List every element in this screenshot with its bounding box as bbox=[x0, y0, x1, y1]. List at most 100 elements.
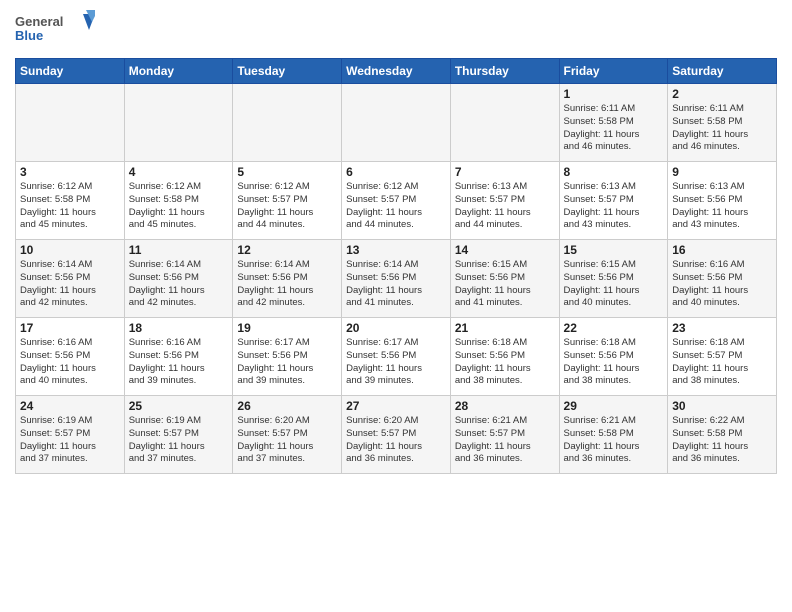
day-number: 4 bbox=[129, 165, 229, 179]
day-number: 21 bbox=[455, 321, 555, 335]
day-info: Sunrise: 6:12 AM Sunset: 5:57 PM Dayligh… bbox=[237, 181, 337, 232]
day-info: Sunrise: 6:18 AM Sunset: 5:56 PM Dayligh… bbox=[455, 337, 555, 388]
day-cell: 14 Sunrise: 6:15 AM Sunset: 5:56 PM Dayli… bbox=[450, 240, 559, 318]
day-cell bbox=[450, 84, 559, 162]
day-info: Sunrise: 6:21 AM Sunset: 5:58 PM Dayligh… bbox=[564, 415, 664, 466]
logo: General Blue bbox=[15, 10, 95, 50]
day-cell: 19 Sunrise: 6:17 AM Sunset: 5:56 PM Dayli… bbox=[233, 318, 342, 396]
day-info: Sunrise: 6:14 AM Sunset: 5:56 PM Dayligh… bbox=[129, 259, 229, 310]
day-number: 15 bbox=[564, 243, 664, 257]
day-cell bbox=[233, 84, 342, 162]
header: General Blue bbox=[15, 10, 777, 50]
day-number: 19 bbox=[237, 321, 337, 335]
day-number: 14 bbox=[455, 243, 555, 257]
day-number: 5 bbox=[237, 165, 337, 179]
day-info: Sunrise: 6:13 AM Sunset: 5:56 PM Dayligh… bbox=[672, 181, 772, 232]
day-cell: 3 Sunrise: 6:12 AM Sunset: 5:58 PM Daylig… bbox=[16, 162, 125, 240]
col-header-monday: Monday bbox=[124, 59, 233, 84]
day-cell: 29 Sunrise: 6:21 AM Sunset: 5:58 PM Dayli… bbox=[559, 396, 668, 474]
day-number: 11 bbox=[129, 243, 229, 257]
day-cell bbox=[124, 84, 233, 162]
day-cell: 17Sunrise: 6:16 AM Sunset: 5:56 PM Dayli… bbox=[16, 318, 125, 396]
day-cell bbox=[342, 84, 451, 162]
day-number: 20 bbox=[346, 321, 446, 335]
day-info: Sunrise: 6:12 AM Sunset: 5:58 PM Dayligh… bbox=[20, 181, 120, 232]
logo-svg: General Blue bbox=[15, 10, 95, 50]
day-cell: 23 Sunrise: 6:18 AM Sunset: 5:57 PM Dayli… bbox=[668, 318, 777, 396]
day-info: Sunrise: 6:14 AM Sunset: 5:56 PM Dayligh… bbox=[20, 259, 120, 310]
day-number: 6 bbox=[346, 165, 446, 179]
day-cell: 5 Sunrise: 6:12 AM Sunset: 5:57 PM Daylig… bbox=[233, 162, 342, 240]
day-number: 24 bbox=[20, 399, 120, 413]
day-info: Sunrise: 6:13 AM Sunset: 5:57 PM Dayligh… bbox=[455, 181, 555, 232]
day-cell: 30 Sunrise: 6:22 AM Sunset: 5:58 PM Dayli… bbox=[668, 396, 777, 474]
day-cell: 9 Sunrise: 6:13 AM Sunset: 5:56 PM Daylig… bbox=[668, 162, 777, 240]
svg-text:Blue: Blue bbox=[15, 28, 43, 43]
day-number: 27 bbox=[346, 399, 446, 413]
day-info: Sunrise: 6:20 AM Sunset: 5:57 PM Dayligh… bbox=[346, 415, 446, 466]
day-number: 12 bbox=[237, 243, 337, 257]
day-cell: 13 Sunrise: 6:14 AM Sunset: 5:56 PM Dayli… bbox=[342, 240, 451, 318]
svg-text:General: General bbox=[15, 14, 63, 29]
day-number: 1 bbox=[564, 87, 664, 101]
day-info: Sunrise: 6:16 AM Sunset: 5:56 PM Dayligh… bbox=[672, 259, 772, 310]
day-cell: 1 Sunrise: 6:11 AM Sunset: 5:58 PM Daylig… bbox=[559, 84, 668, 162]
day-cell: 7 Sunrise: 6:13 AM Sunset: 5:57 PM Daylig… bbox=[450, 162, 559, 240]
day-info: Sunrise: 6:12 AM Sunset: 5:57 PM Dayligh… bbox=[346, 181, 446, 232]
col-header-friday: Friday bbox=[559, 59, 668, 84]
week-row-5: 24 Sunrise: 6:19 AM Sunset: 5:57 PM Dayli… bbox=[16, 396, 777, 474]
day-cell: 26Sunrise: 6:20 AM Sunset: 5:57 PM Dayli… bbox=[233, 396, 342, 474]
calendar-table: SundayMondayTuesdayWednesdayThursdayFrid… bbox=[15, 58, 777, 474]
day-number: 13 bbox=[346, 243, 446, 257]
day-info: Sunrise: 6:15 AM Sunset: 5:56 PM Dayligh… bbox=[455, 259, 555, 310]
day-number: 2 bbox=[672, 87, 772, 101]
week-row-1: 1 Sunrise: 6:11 AM Sunset: 5:58 PM Daylig… bbox=[16, 84, 777, 162]
week-row-2: 3 Sunrise: 6:12 AM Sunset: 5:58 PM Daylig… bbox=[16, 162, 777, 240]
day-cell: 4 Sunrise: 6:12 AM Sunset: 5:58 PM Daylig… bbox=[124, 162, 233, 240]
day-number: 8 bbox=[564, 165, 664, 179]
col-header-saturday: Saturday bbox=[668, 59, 777, 84]
day-cell: 25Sunrise: 6:19 AM Sunset: 5:57 PM Dayli… bbox=[124, 396, 233, 474]
day-info: Sunrise: 6:14 AM Sunset: 5:56 PM Dayligh… bbox=[346, 259, 446, 310]
day-number: 23 bbox=[672, 321, 772, 335]
day-cell: 12 Sunrise: 6:14 AM Sunset: 5:56 PM Dayli… bbox=[233, 240, 342, 318]
col-header-sunday: Sunday bbox=[16, 59, 125, 84]
calendar-header-row: SundayMondayTuesdayWednesdayThursdayFrid… bbox=[16, 59, 777, 84]
week-row-4: 17Sunrise: 6:16 AM Sunset: 5:56 PM Dayli… bbox=[16, 318, 777, 396]
day-info: Sunrise: 6:13 AM Sunset: 5:57 PM Dayligh… bbox=[564, 181, 664, 232]
day-info: Sunrise: 6:15 AM Sunset: 5:56 PM Dayligh… bbox=[564, 259, 664, 310]
day-number: 16 bbox=[672, 243, 772, 257]
day-info: Sunrise: 6:16 AM Sunset: 5:56 PM Dayligh… bbox=[129, 337, 229, 388]
col-header-thursday: Thursday bbox=[450, 59, 559, 84]
day-number: 22 bbox=[564, 321, 664, 335]
day-info: Sunrise: 6:11 AM Sunset: 5:58 PM Dayligh… bbox=[564, 103, 664, 154]
day-number: 30 bbox=[672, 399, 772, 413]
day-cell bbox=[16, 84, 125, 162]
day-info: Sunrise: 6:11 AM Sunset: 5:58 PM Dayligh… bbox=[672, 103, 772, 154]
week-row-3: 10 Sunrise: 6:14 AM Sunset: 5:56 PM Dayli… bbox=[16, 240, 777, 318]
day-info: Sunrise: 6:17 AM Sunset: 5:56 PM Dayligh… bbox=[237, 337, 337, 388]
day-info: Sunrise: 6:19 AM Sunset: 5:57 PM Dayligh… bbox=[129, 415, 229, 466]
day-info: Sunrise: 6:14 AM Sunset: 5:56 PM Dayligh… bbox=[237, 259, 337, 310]
day-cell: 6 Sunrise: 6:12 AM Sunset: 5:57 PM Daylig… bbox=[342, 162, 451, 240]
day-number: 9 bbox=[672, 165, 772, 179]
day-number: 29 bbox=[564, 399, 664, 413]
day-cell: 28Sunrise: 6:21 AM Sunset: 5:57 PM Dayli… bbox=[450, 396, 559, 474]
day-cell: 2 Sunrise: 6:11 AM Sunset: 5:58 PM Daylig… bbox=[668, 84, 777, 162]
day-info: Sunrise: 6:22 AM Sunset: 5:58 PM Dayligh… bbox=[672, 415, 772, 466]
day-number: 7 bbox=[455, 165, 555, 179]
day-info: Sunrise: 6:18 AM Sunset: 5:56 PM Dayligh… bbox=[564, 337, 664, 388]
day-info: Sunrise: 6:16 AM Sunset: 5:56 PM Dayligh… bbox=[20, 337, 120, 388]
day-number: 3 bbox=[20, 165, 120, 179]
day-cell: 10 Sunrise: 6:14 AM Sunset: 5:56 PM Dayli… bbox=[16, 240, 125, 318]
day-number: 10 bbox=[20, 243, 120, 257]
day-number: 18 bbox=[129, 321, 229, 335]
day-info: Sunrise: 6:12 AM Sunset: 5:58 PM Dayligh… bbox=[129, 181, 229, 232]
col-header-tuesday: Tuesday bbox=[233, 59, 342, 84]
day-cell: 15 Sunrise: 6:15 AM Sunset: 5:56 PM Dayli… bbox=[559, 240, 668, 318]
day-info: Sunrise: 6:17 AM Sunset: 5:56 PM Dayligh… bbox=[346, 337, 446, 388]
day-info: Sunrise: 6:18 AM Sunset: 5:57 PM Dayligh… bbox=[672, 337, 772, 388]
day-info: Sunrise: 6:21 AM Sunset: 5:57 PM Dayligh… bbox=[455, 415, 555, 466]
page-container: General Blue SundayMondayTuesdayWednesda… bbox=[0, 0, 792, 484]
day-cell: 21 Sunrise: 6:18 AM Sunset: 5:56 PM Dayli… bbox=[450, 318, 559, 396]
